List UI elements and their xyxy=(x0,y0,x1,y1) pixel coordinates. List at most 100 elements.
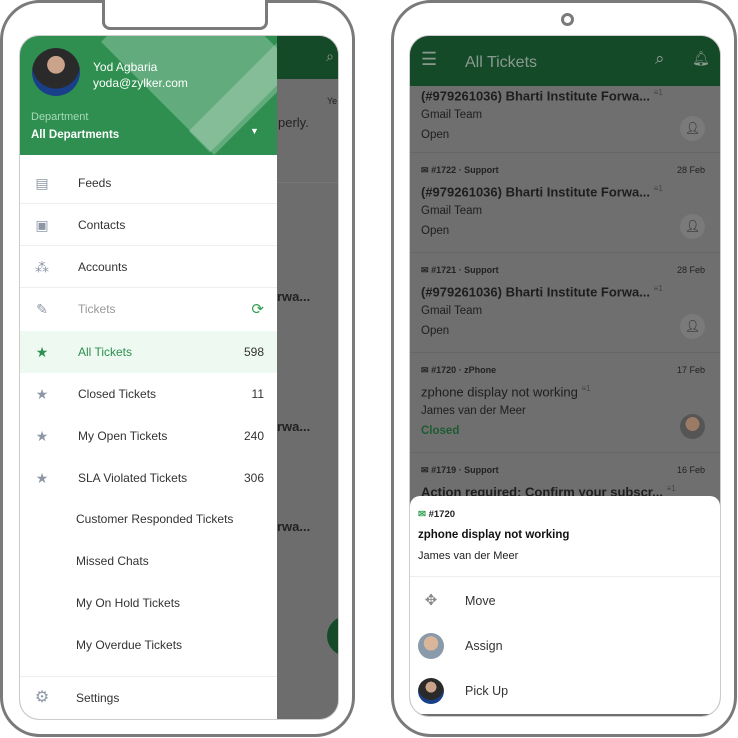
ticket-row[interactable]: (#979261036) Bharti Institute Forwa... ≡… xyxy=(410,56,720,153)
ticket-subject: (#979261036) Bharti Institute Forwa... ≡… xyxy=(421,184,663,200)
ticket-subject: zphone display not working ≡1 xyxy=(421,384,591,400)
background-text: perly. xyxy=(278,115,309,130)
drawer-item-all-tickets[interactable]: ★ All Tickets 598 xyxy=(20,331,277,373)
refresh-icon[interactable]: ⟳ xyxy=(251,300,264,318)
ticket-customer: Gmail Team xyxy=(421,305,483,317)
drawer-item-accounts[interactable]: ⁂ Accounts xyxy=(20,246,277,288)
right-phone-frame: ☰ All Tickets ⌕ 🔔︎ (#979261036) Bharti I… xyxy=(391,0,737,737)
move-icon: ✥ xyxy=(424,592,438,609)
search-icon: ⌕ xyxy=(326,48,334,64)
feeds-icon: ▤ xyxy=(35,174,49,191)
ticket-row[interactable]: ✉ #1722 · Support 28 Feb (#979261036) Bh… xyxy=(410,153,720,253)
action-label: Move xyxy=(465,594,496,608)
navigation-drawer: Yod Agbaria yoda@zylker.com Department A… xyxy=(20,36,277,719)
item-label: Accounts xyxy=(78,259,128,274)
drawer-header: Yod Agbaria yoda@zylker.com Department A… xyxy=(20,36,277,155)
mail-icon: ✉ xyxy=(421,365,429,375)
item-label: My On Hold Tickets xyxy=(76,596,181,610)
drawer-item-sla-violated[interactable]: ★ SLA Violated Tickets 306 xyxy=(20,457,277,499)
star-icon: ★ xyxy=(35,344,49,360)
drawer-item-tickets[interactable]: ✎ Tickets ⟳ xyxy=(20,288,277,330)
gear-icon: ⚙ xyxy=(34,689,50,706)
ticket-customer: Gmail Team xyxy=(421,205,483,217)
ticket-subject: zphone display not working xyxy=(418,529,570,541)
accounts-icon: ⁂ xyxy=(35,258,49,275)
ticket-customer: James van der Meer xyxy=(418,550,519,562)
star-icon: ★ xyxy=(35,428,49,444)
ticket-customer: Gmail Team xyxy=(421,109,483,121)
drawer-item-customer-responded[interactable]: Customer Responded Tickets xyxy=(20,498,277,540)
dimmed-background: ⌕ Ye perly. rwa... rwa... rwa... xyxy=(277,36,338,719)
item-label: SLA Violated Tickets xyxy=(78,471,188,485)
item-label: Missed Chats xyxy=(76,554,149,568)
drawer-item-feeds[interactable]: ▤ Feeds xyxy=(20,162,277,204)
ticket-meta: ✉ #1719 · Support xyxy=(421,465,499,475)
background-header: ⌕ xyxy=(277,36,338,79)
ticket-row[interactable]: ✉ #1720 · zPhone 17 Feb zphone display n… xyxy=(410,353,720,453)
item-label: Tickets xyxy=(78,302,116,316)
ticket-date: 28 Feb xyxy=(676,265,705,275)
ticket-row[interactable]: ✉ #1721 · Support 28 Feb (#979261036) Bh… xyxy=(410,253,720,353)
agent-avatar[interactable] xyxy=(680,414,705,439)
tickets-icon: ✎ xyxy=(36,301,48,317)
ticket-status: Closed xyxy=(421,425,460,437)
assign-action[interactable]: Assign xyxy=(410,625,720,670)
item-label: All Tickets xyxy=(78,345,133,359)
chevron-down-icon[interactable]: ▼ xyxy=(250,126,259,136)
agent-avatar xyxy=(418,633,444,659)
background-text: rwa... xyxy=(277,419,311,434)
drawer-item-overdue[interactable]: My Overdue Tickets xyxy=(20,624,277,666)
ticket-customer: James van der Meer xyxy=(421,405,526,417)
item-label: Closed Tickets xyxy=(78,387,157,401)
item-label: My Overdue Tickets xyxy=(76,638,183,652)
drawer-item-closed-tickets[interactable]: ★ Closed Tickets 11 xyxy=(20,373,277,415)
drawer-item-missed-chats[interactable]: Missed Chats xyxy=(20,540,277,582)
left-phone-frame: ⌕ Ye perly. rwa... rwa... rwa... Yod Agb… xyxy=(0,0,355,737)
item-count: 306 xyxy=(243,471,264,485)
avatar xyxy=(32,48,80,96)
ticket-meta: ✉ #1721 · Support xyxy=(421,265,499,275)
mail-icon: ✉ xyxy=(418,509,426,520)
star-icon: ★ xyxy=(35,386,49,402)
background-text: Ye xyxy=(327,96,338,106)
ticket-subject: (#979261036) Bharti Institute Forwa... ≡… xyxy=(421,284,663,300)
background-text: rwa... xyxy=(277,289,311,304)
assign-user-icon[interactable]: 👤︎ xyxy=(680,214,705,239)
fab-button[interactable] xyxy=(327,616,338,656)
ticket-action-sheet: ✉ #1720 zphone display not working James… xyxy=(410,496,720,714)
drawer-item-settings[interactable]: ⚙ Settings xyxy=(20,677,277,719)
user-name: Yod Agbaria xyxy=(93,60,158,74)
ticket-date: 17 Feb xyxy=(676,365,705,375)
department-selector[interactable]: All Departments xyxy=(31,129,119,141)
left-screen: ⌕ Ye perly. rwa... rwa... rwa... Yod Agb… xyxy=(19,35,339,720)
contact-card-icon: ▣ xyxy=(35,216,49,233)
ticket-date: 16 Feb xyxy=(676,465,705,475)
drawer-item-contacts[interactable]: ▣ Contacts xyxy=(20,204,277,246)
item-count: 240 xyxy=(243,429,264,443)
department-label: Department xyxy=(31,111,89,123)
mail-icon: ✉ xyxy=(421,265,429,275)
item-count: 598 xyxy=(243,345,264,359)
assign-user-icon[interactable]: 👤︎ xyxy=(680,116,705,141)
right-screen: ☰ All Tickets ⌕ 🔔︎ (#979261036) Bharti I… xyxy=(409,35,721,717)
drawer-item-on-hold[interactable]: My On Hold Tickets xyxy=(20,582,277,624)
ticket-subject: (#979261036) Bharti Institute Forwa... ≡… xyxy=(421,88,663,104)
drawer-item-my-open-tickets[interactable]: ★ My Open Tickets 240 xyxy=(20,415,277,457)
item-count: 11 xyxy=(251,387,264,401)
user-email: yoda@zylker.com xyxy=(93,76,188,90)
user-avatar xyxy=(418,678,444,704)
item-label: Feeds xyxy=(78,175,112,190)
ticket-status: Open xyxy=(421,325,450,337)
mail-icon: ✉ xyxy=(421,465,429,475)
assign-user-icon[interactable]: 👤︎ xyxy=(680,314,705,339)
item-label: My Open Tickets xyxy=(78,429,168,443)
ticket-date: 28 Feb xyxy=(676,165,705,175)
ticket-status: Open xyxy=(421,129,450,141)
ticket-meta: ✉ #1722 · Support xyxy=(421,165,499,175)
move-action[interactable]: ✥ Move xyxy=(410,580,720,625)
background-text: rwa... xyxy=(277,519,311,534)
pick-up-action[interactable]: Pick Up xyxy=(410,670,720,715)
item-label: Customer Responded Tickets xyxy=(76,512,234,526)
action-label: Pick Up xyxy=(465,684,509,698)
ticket-number: ✉ #1720 xyxy=(418,509,456,520)
